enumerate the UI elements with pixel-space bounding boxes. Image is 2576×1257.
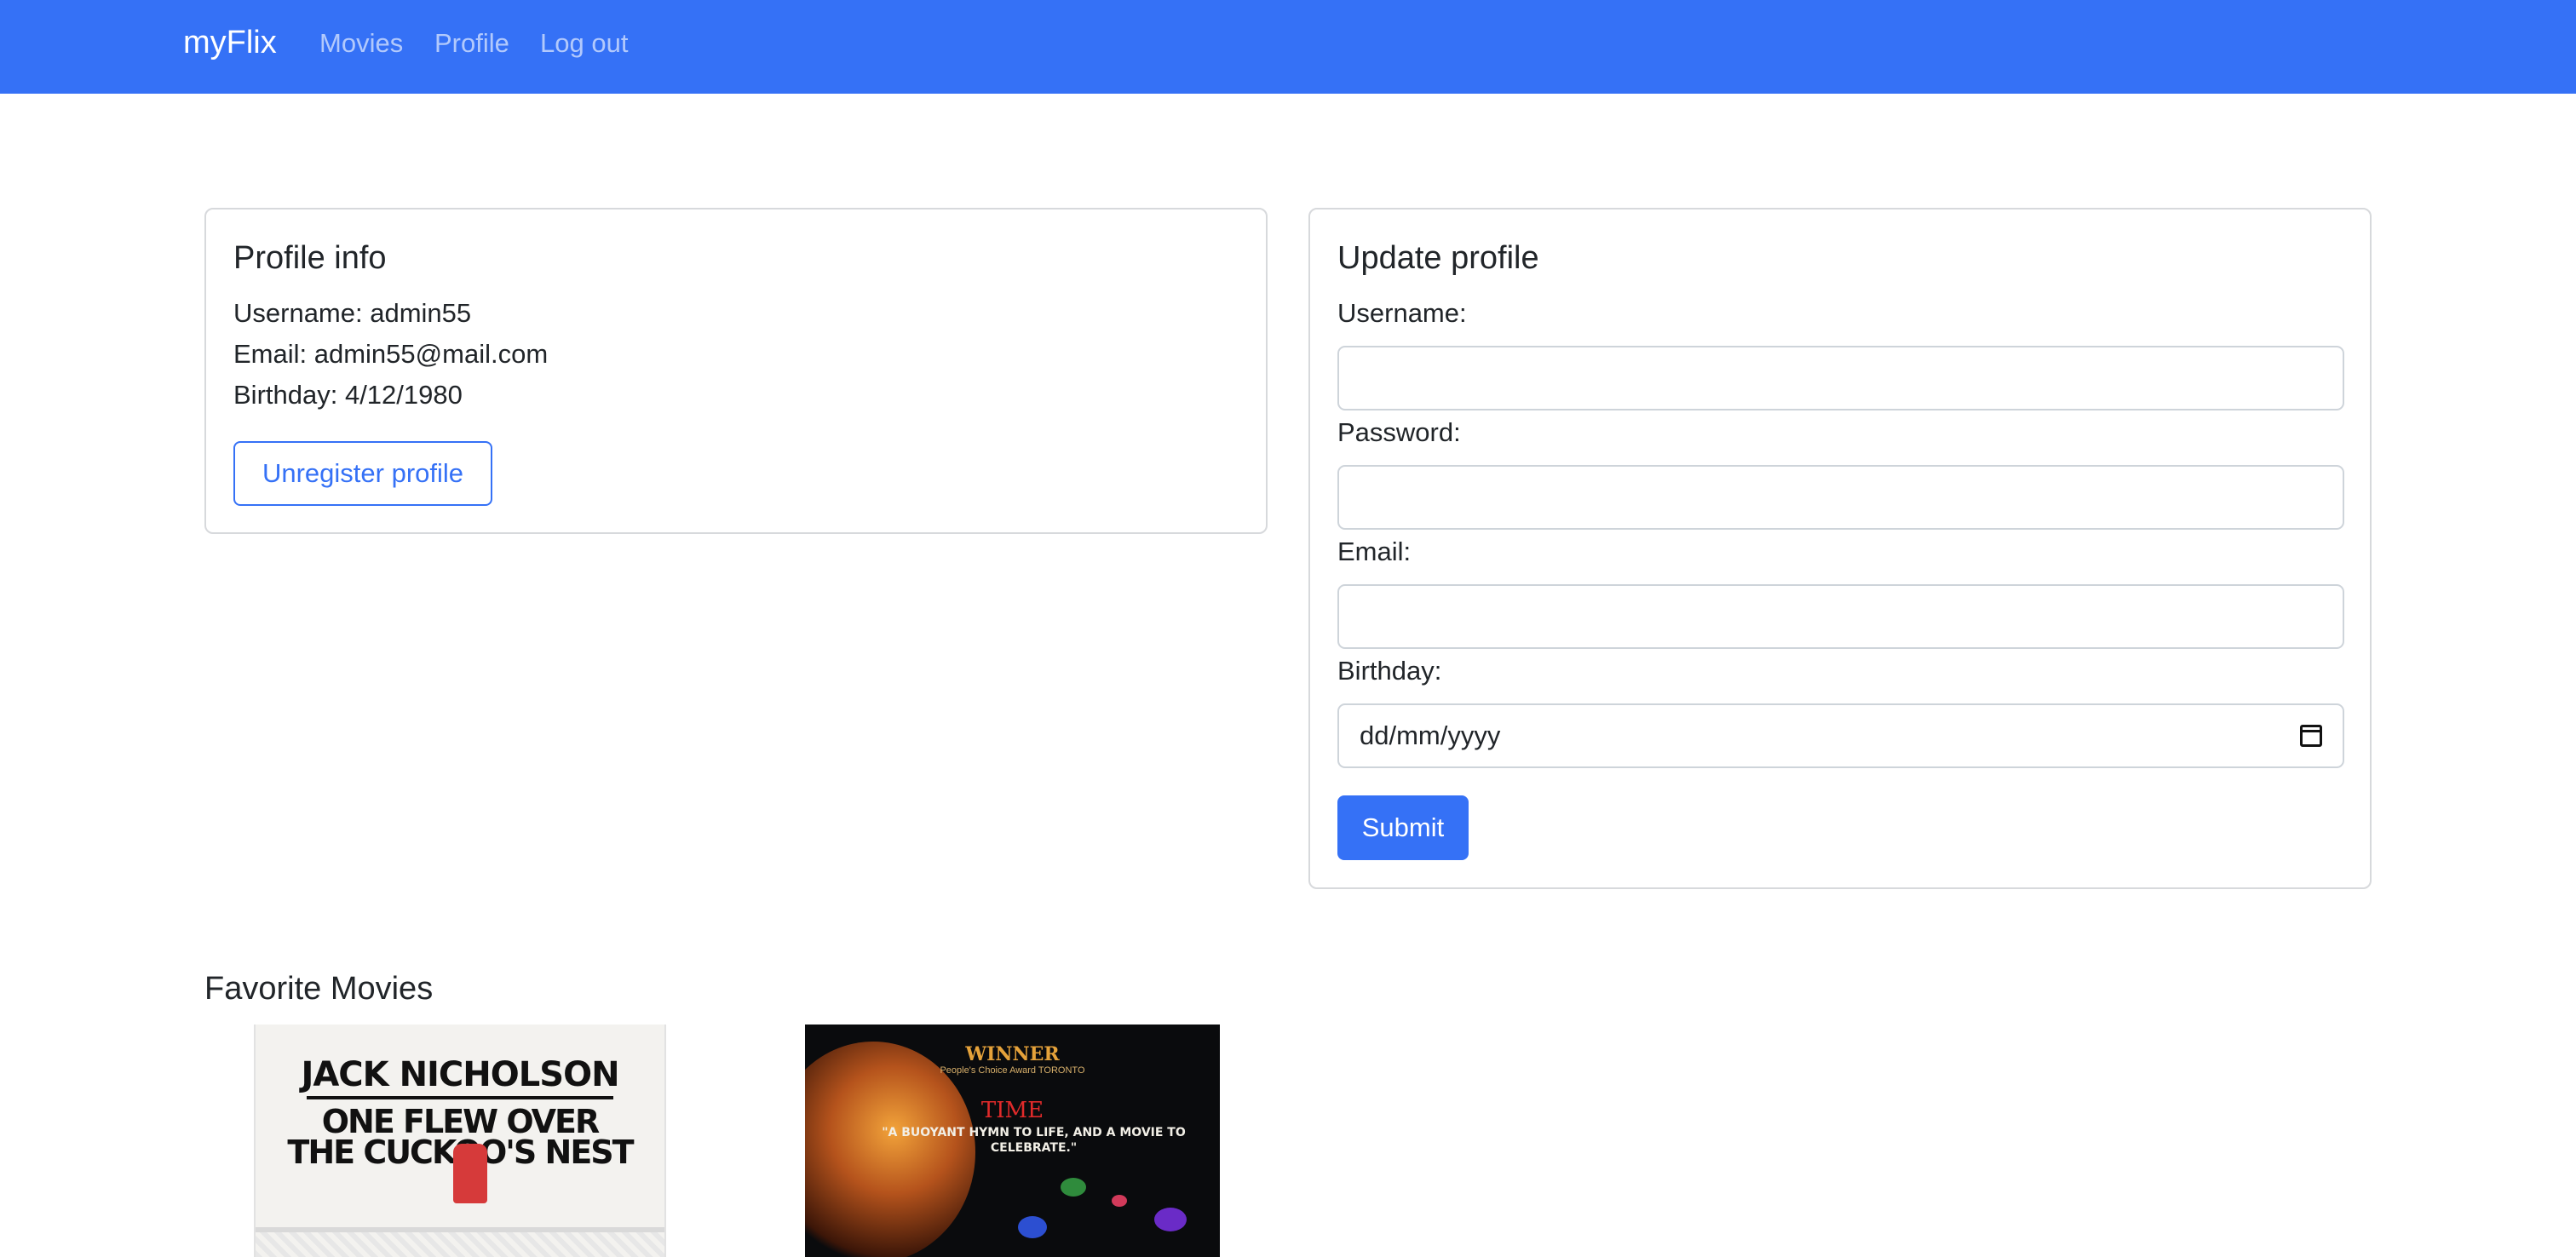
update-profile-title: Update profile [1337, 240, 1539, 276]
birthday-date-input[interactable]: dd/mm/yyyy [1337, 703, 2344, 768]
profile-info-title: Profile info [233, 240, 387, 276]
poster-fence-graphic [256, 1227, 664, 1257]
poster-quote: "A BUOYANT HYMN TO LIFE, AND A MOVIE TO … [882, 1126, 1186, 1155]
movie-poster-festival-film[interactable]: WINNER People's Choice Award TORONTO TIM… [805, 1025, 1220, 1257]
unregister-button[interactable]: Unregister profile [233, 441, 492, 506]
poster-publication: TIME [980, 1098, 1044, 1123]
profile-email: Email: admin55@mail.com [233, 339, 549, 369]
brand-link[interactable]: myFlix [183, 25, 277, 61]
username-label: Username: [1337, 298, 1467, 328]
navbar: myFlix Movies Profile Log out [0, 0, 2576, 94]
poster-award-subtitle: People's Choice Award TORONTO [940, 1065, 1085, 1076]
submit-button[interactable]: Submit [1337, 795, 1469, 860]
favorite-movies-title: Favorite Movies [204, 971, 434, 1007]
profile-birthday: Birthday: 4/12/1980 [233, 380, 463, 410]
email-input[interactable] [1337, 584, 2344, 649]
poster-award: WINNER [965, 1043, 1060, 1065]
poster-light-dot [1154, 1208, 1187, 1231]
password-input[interactable] [1337, 465, 2344, 530]
poster-light-dot [1112, 1195, 1127, 1207]
birthday-label: Birthday: [1337, 656, 1442, 686]
profile-username: Username: admin55 [233, 298, 472, 328]
password-label: Password: [1337, 417, 1461, 447]
profile-info-card: Profile info Username: admin55 Email: ad… [204, 208, 1268, 534]
poster-hand-graphic [453, 1144, 487, 1203]
nav-link-movies[interactable]: Movies [319, 28, 403, 59]
username-input[interactable] [1337, 346, 2344, 410]
poster-light-dot [1061, 1178, 1086, 1197]
calendar-icon[interactable] [2300, 725, 2322, 747]
poster-rule [307, 1096, 613, 1099]
movie-poster-cuckoos-nest[interactable]: JACK NICHOLSON ONE FLEW OVER THE CUCKOO'… [254, 1025, 666, 1257]
nav-link-logout[interactable]: Log out [540, 28, 628, 59]
nav-link-profile[interactable]: Profile [434, 28, 509, 59]
poster-light-dot [1018, 1216, 1047, 1238]
update-profile-card: Update profile Username: Password: Email… [1308, 208, 2372, 889]
email-label: Email: [1337, 537, 1412, 566]
birthday-placeholder: dd/mm/yyyy [1360, 720, 1501, 750]
poster-actor-name: JACK NICHOLSON [301, 1055, 619, 1094]
